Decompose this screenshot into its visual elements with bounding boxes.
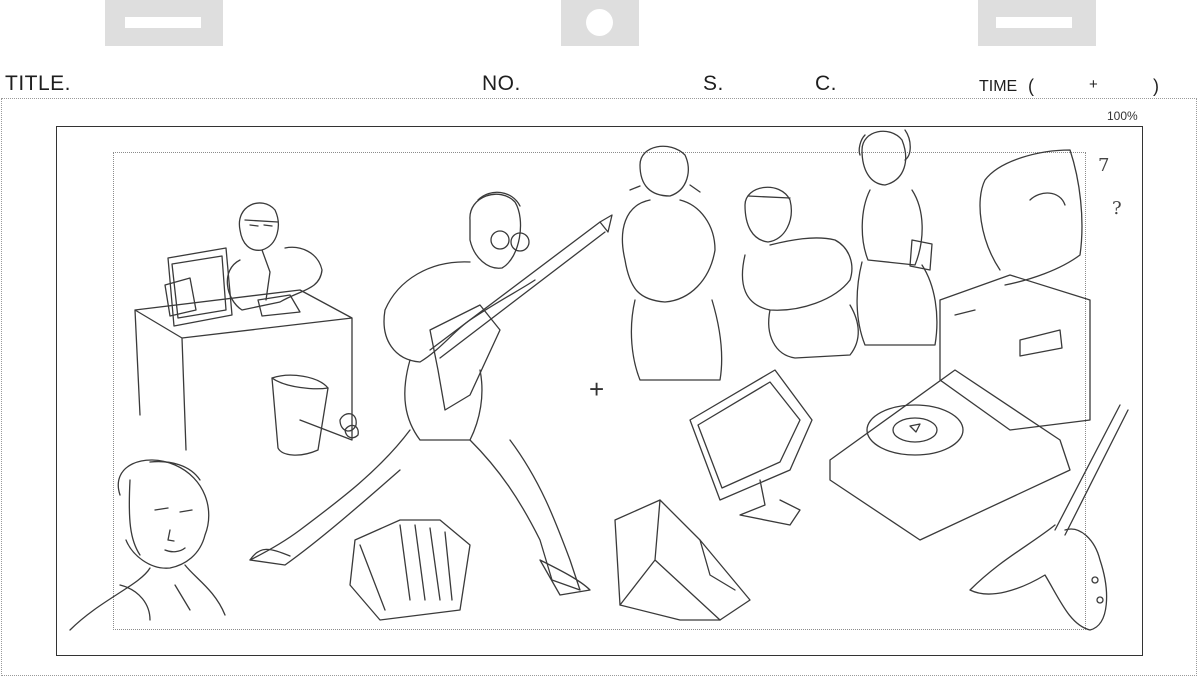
box-sketch bbox=[614, 499, 751, 621]
office-worker-sketch bbox=[134, 202, 357, 456]
woman-portrait-sketch bbox=[69, 459, 226, 631]
annotation-mark: ? bbox=[1112, 198, 1122, 219]
women-group-sketch bbox=[621, 129, 938, 381]
file-case-sketch bbox=[349, 519, 471, 621]
sketch-canvas bbox=[69, 129, 1129, 631]
center-crosshair: + bbox=[589, 374, 605, 404]
crt-monitor-sketch bbox=[689, 369, 813, 526]
electric-guitar-sketch bbox=[969, 404, 1129, 631]
annotation-mark: 7 bbox=[1098, 155, 1110, 176]
